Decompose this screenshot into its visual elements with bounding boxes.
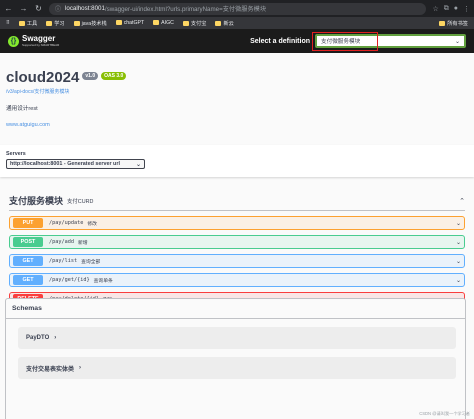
operation-row[interactable]: POST /pay/add 新增 ⌄ (9, 235, 465, 249)
model-name: PayDTO (26, 335, 50, 341)
tag-header[interactable]: 支付服务模块 支付CURD ⌃ (9, 191, 465, 211)
bookmark-item[interactable]: 工具 (18, 20, 37, 27)
menu-icon[interactable]: ⋮ (463, 5, 470, 13)
folder-icon (46, 20, 53, 26)
folder-icon (439, 20, 446, 26)
server-select[interactable]: http://localhost:8001 - Generated server… (6, 159, 145, 169)
schemas-section: Schemas PayDTO › 支付交易表实体类 › (5, 298, 466, 419)
operation-path: /pay/add (49, 239, 74, 245)
model-item[interactable]: PayDTO › (18, 327, 456, 349)
all-bookmarks[interactable]: 所有书签 (439, 20, 468, 27)
oas-badge: OAS 3.0 (101, 71, 127, 80)
version-badge: v1.0 (82, 71, 99, 80)
logo-subtitle: Supported by SMARTBEAR (22, 43, 60, 47)
chevron-right-icon[interactable]: › (54, 335, 56, 341)
definition-select[interactable]: 支付微服务模块 ⌄ (312, 32, 466, 51)
bookmark-item[interactable]: 新云 (215, 20, 234, 27)
server-value: http://localhost:8001 - Generated server… (10, 161, 120, 167)
servers-section: Servers http://localhost:8001 - Generate… (0, 145, 474, 177)
method-badge: PUT (13, 218, 43, 228)
forward-icon[interactable]: → (19, 4, 28, 13)
bookmark-item[interactable]: java技术栈 (73, 20, 107, 27)
api-description: 通用设计rest (6, 106, 38, 112)
folder-icon (115, 20, 122, 26)
reload-icon[interactable]: ↻ (34, 4, 43, 13)
operation-summary: 修改 (87, 221, 97, 227)
tag-description: 支付CURD (67, 198, 94, 205)
address-bar[interactable]: ⓘ localhost:8001/swagger-ui/index.html?u… (49, 2, 427, 15)
browser-toolbar: ← → ↻ ⓘ localhost:8001/swagger-ui/index.… (0, 0, 474, 17)
folder-icon (18, 20, 25, 26)
chevron-right-icon[interactable]: › (79, 365, 81, 371)
back-icon[interactable]: ← (4, 4, 13, 13)
chevron-down-icon[interactable]: ⌄ (456, 239, 461, 246)
swagger-topbar: {} Swagger Supported by SMARTBEAR Select… (0, 29, 474, 53)
bookmark-item[interactable]: 学习 (46, 20, 65, 27)
servers-label: Servers (6, 151, 26, 157)
apps-icon[interactable]: ⠿ (6, 20, 10, 26)
operation-path: /pay/update (49, 220, 84, 226)
swagger-logo-icon: {} (8, 35, 19, 47)
site-link[interactable]: www.atguigu.com (6, 122, 468, 128)
star-icon[interactable]: ☆ (432, 5, 438, 13)
logo-name: Swagger (22, 34, 56, 43)
tag-name: 支付服务模块 (9, 196, 64, 206)
definition-label: Select a definition (250, 37, 310, 45)
url-host: localhost:8001 (65, 5, 105, 12)
model-item[interactable]: 支付交易表实体类 › (18, 357, 456, 379)
operation-path: /pay/get/{id} (49, 277, 90, 283)
folder-icon (153, 20, 160, 26)
bookmark-item[interactable]: 支付宝 (182, 20, 206, 27)
operation-summary: 查询单条 (93, 278, 113, 284)
url-path: /swagger-ui/index.html?urls.primaryName=… (104, 6, 267, 13)
folder-icon (215, 20, 222, 26)
operation-row[interactable]: GET /pay/list 查询全部 ⌄ (9, 254, 465, 268)
bookmark-item[interactable]: chatGPT (115, 20, 144, 26)
bookmarks-bar: ⠿ 工具 学习 java技术栈 chatGPT AIGC 支付宝 新云 所有书签 (0, 17, 474, 29)
operations-list: PUT /pay/update 修改 ⌄ POST /pay/add 新增 ⌄ … (9, 216, 465, 306)
profile-icon[interactable]: ● (454, 5, 458, 13)
spec-url-link[interactable]: /v3/api-docs/支付微服务模块 (6, 88, 468, 95)
bookmark-item[interactable]: AIGC (153, 20, 174, 26)
watermark: CSDN @请叫我一个学习者 (419, 411, 470, 416)
folder-icon (73, 20, 80, 26)
swagger-logo[interactable]: {} Swagger Supported by SMARTBEAR (8, 35, 59, 47)
chevron-down-icon[interactable]: ⌄ (456, 220, 461, 227)
method-badge: GET (13, 256, 43, 266)
chevron-down-icon[interactable]: ⌄ (456, 258, 461, 265)
chevron-down-icon: ⌄ (135, 161, 141, 168)
api-info: cloud2024 v1.0 OAS 3.0 /v3/api-docs/支付微服… (0, 53, 474, 145)
folder-icon (182, 20, 189, 26)
highlight-box (312, 32, 378, 51)
method-badge: GET (13, 275, 43, 285)
chevron-up-icon[interactable]: ⌃ (459, 197, 465, 205)
chevron-down-icon: ⌄ (454, 38, 460, 45)
api-title: cloud2024 (6, 69, 80, 86)
extensions-icon[interactable]: ⧉ (444, 5, 449, 13)
operation-path: /pay/list (49, 258, 78, 264)
chevron-down-icon[interactable]: ⌄ (456, 277, 461, 284)
operation-summary: 新增 (78, 240, 88, 246)
operation-summary: 查询全部 (81, 259, 101, 265)
operation-row[interactable]: GET /pay/get/{id} 查询单条 ⌄ (9, 273, 465, 287)
site-info-icon[interactable]: ⓘ (55, 4, 61, 13)
operation-row[interactable]: PUT /pay/update 修改 ⌄ (9, 216, 465, 230)
model-name: 支付交易表实体类 (26, 366, 75, 373)
schemas-heading[interactable]: Schemas (6, 299, 465, 319)
method-badge: POST (13, 237, 43, 247)
